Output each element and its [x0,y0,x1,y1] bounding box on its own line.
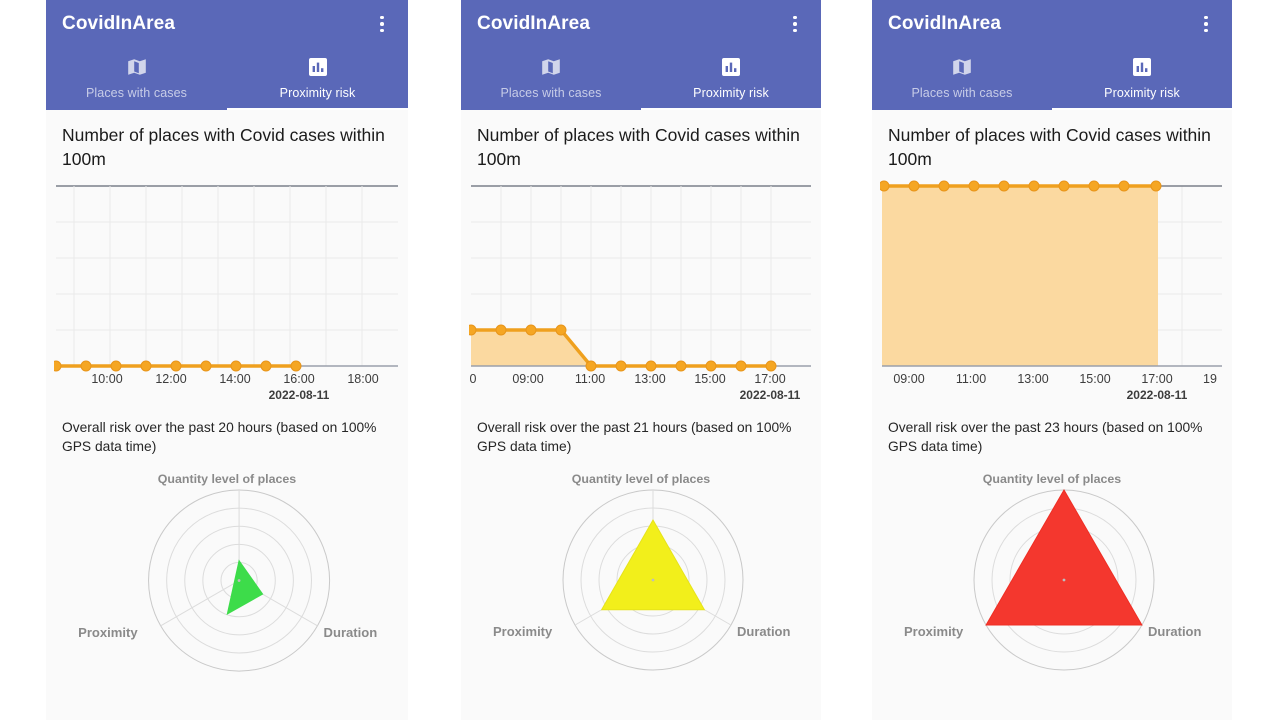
x-tick: 17:00 [754,372,785,386]
radar-value-polygon [985,488,1143,626]
more-vert-icon[interactable] [783,10,807,38]
radar-center-dot [651,578,655,582]
radar-axis-label-proximity: Proximity [493,624,553,639]
x-tick: 09:00 [893,372,924,386]
x-tick: 13:00 [1017,372,1048,386]
more-vert-icon[interactable] [370,10,394,38]
tab-places-with-cases[interactable]: Places with cases [872,48,1052,110]
active-tab-indicator [227,107,408,110]
tab-proximity-risk[interactable]: Proximity risk [641,48,821,110]
x-axis-date: 2022-08-11 [1127,388,1188,402]
radar-chart-2: Proximity Duration [461,486,821,693]
bar-chart-icon [722,58,740,81]
radar-svg-1: Proximity Duration [78,489,378,672]
page-title: Number of places with Covid cases within… [888,125,1211,169]
app-title: CovidInArea [888,13,1002,34]
radar-svg-3: Proximity Duration [904,488,1202,671]
risk-summary-text: Overall risk over the past 23 hours (bas… [888,419,1203,454]
app-bar-3: CovidInArea Places with cases Proximity … [872,0,1232,110]
tab-bar-1: Places with cases Proximity risk [46,48,408,110]
x-tick: 11:00 [956,372,986,386]
radar-center-dot [237,578,241,582]
radar-chart-1: Proximity Duration [46,486,408,694]
x-tick: 17:00 [1141,372,1172,386]
active-tab-indicator [1052,107,1232,110]
app-title: CovidInArea [477,13,591,34]
radar-center-dot [1062,578,1066,582]
map-icon [952,58,972,81]
x-tick: 15:00 [1079,372,1110,386]
radar-value-polygon [226,559,264,615]
page-title: Number of places with Covid cases within… [477,125,800,169]
x-tick: 16:00 [283,372,314,386]
tab-label: Proximity risk [1104,86,1180,100]
app-bar-1: CovidInArea Places with cases Proximity … [46,0,408,110]
tab-proximity-risk[interactable]: Proximity risk [227,48,408,110]
page-title: Number of places with Covid cases within… [62,125,385,169]
x-tick: 12:00 [155,372,186,386]
timeseries-chart-3: 09:00 11:00 13:00 15:00 17:00 19 2022-08… [872,172,1232,408]
timeseries-chart-1: 10:00 12:00 14:00 16:00 18:00 2022-08-11 [46,172,408,408]
x-tick-labels: 09:00 11:00 13:00 15:00 17:00 19 2022-08… [893,372,1217,402]
x-tick: 09:00 [512,372,543,386]
app-bar-top-2: CovidInArea [461,0,821,48]
active-tab-indicator [641,107,821,110]
x-axis-date: 2022-08-11 [269,388,330,402]
tab-bar-3: Places with cases Proximity risk [872,48,1232,110]
radar-axis-label-duration: Duration [737,624,791,639]
app-bar-2: CovidInArea Places with cases Proximity … [461,0,821,110]
tab-label: Proximity risk [279,86,356,100]
series-markers [54,360,302,372]
risk-summary-text: Overall risk over the past 21 hours (bas… [477,419,792,454]
tab-label: Places with cases [911,86,1013,100]
app-bar-top-1: CovidInArea [46,0,408,48]
radar-axis-label-proximity: Proximity [904,624,964,639]
tab-label: Proximity risk [693,86,769,100]
app-title: CovidInArea [62,13,176,34]
bar-chart-icon [308,58,327,81]
timeseries-chart-2: 0 09:00 11:00 13:00 15:00 17:00 2022-08-… [461,172,821,408]
radar-axis-label-duration: Duration [324,625,378,640]
timeseries-svg-1: 10:00 12:00 14:00 16:00 18:00 2022-08-11 [54,184,398,402]
risk-summary-text: Overall risk over the past 20 hours (bas… [62,419,377,454]
screenshot-stage: CovidInArea Places with cases Proximity … [0,0,1280,720]
tab-places-with-cases[interactable]: Places with cases [461,48,641,110]
radar-chart-title: Quantity level of places [571,471,711,486]
radar-chart-title: Quantity level of places [157,471,297,486]
tab-places-with-cases[interactable]: Places with cases [46,48,227,110]
tab-label: Places with cases [500,86,602,100]
app-panel-1: CovidInArea Places with cases Proximity … [46,0,408,720]
bar-chart-icon [1133,58,1151,81]
x-tick: 0 [470,372,477,386]
timeseries-svg-2: 0 09:00 11:00 13:00 15:00 17:00 2022-08-… [469,184,811,402]
radar-chart-3: Proximity Duration [872,486,1232,693]
tab-label: Places with cases [85,86,188,100]
radar-chart-title: Quantity level of places [982,471,1122,486]
x-tick-labels: 10:00 12:00 14:00 16:00 18:00 2022-08-11 [91,372,378,402]
app-bar-top-3: CovidInArea [872,0,1232,48]
x-axis-date: 2022-08-11 [740,388,801,402]
series-area [882,185,1158,366]
more-vert-icon[interactable] [1194,10,1218,38]
x-tick: 19 [1203,372,1217,386]
radar-axis-label-proximity: Proximity [78,625,138,640]
app-panel-3: CovidInArea Places with cases Proximity … [872,0,1232,720]
timeseries-svg-3: 09:00 11:00 13:00 15:00 17:00 19 2022-08… [880,180,1222,402]
app-panel-2: CovidInArea Places with cases Proximity … [461,0,821,720]
map-icon [541,58,561,81]
x-tick: 11:00 [575,372,605,386]
radar-svg-2: Proximity Duration [493,489,791,671]
x-tick: 13:00 [634,372,665,386]
tab-bar-2: Places with cases Proximity risk [461,48,821,110]
map-icon [127,58,147,81]
radar-value-polygon [600,518,706,610]
x-tick: 18:00 [347,372,378,386]
x-tick: 10:00 [91,372,122,386]
tab-proximity-risk[interactable]: Proximity risk [1052,48,1232,110]
x-tick-labels: 0 09:00 11:00 13:00 15:00 17:00 2022-08-… [470,372,801,402]
radar-axis-label-duration: Duration [1148,624,1202,639]
grid-lines [56,184,398,366]
x-tick: 15:00 [694,372,725,386]
x-tick: 14:00 [219,372,250,386]
